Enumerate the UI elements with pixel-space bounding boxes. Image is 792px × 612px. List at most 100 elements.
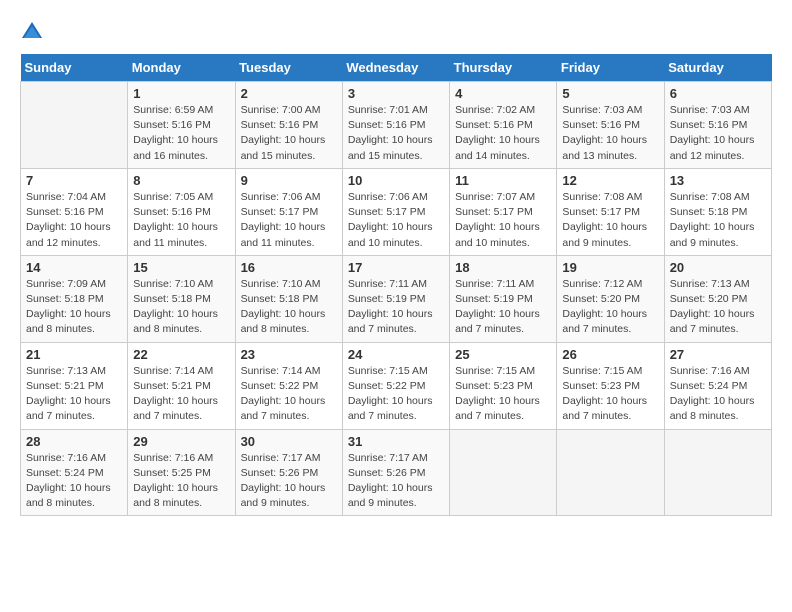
- calendar-cell: 1 Sunrise: 6:59 AMSunset: 5:16 PMDaylight…: [128, 82, 235, 169]
- calendar-cell: 31Sunrise: 7:17 AMSunset: 5:26 PMDayligh…: [342, 429, 449, 516]
- calendar-cell: 16 Sunrise: 7:10 AMSunset: 5:18 PMDayligh…: [235, 255, 342, 342]
- day-info: Sunrise: 7:06 AMSunset: 5:17 PMDaylight:…: [241, 190, 337, 251]
- week-row-2: 7 Sunrise: 7:04 AMSunset: 5:16 PMDaylight…: [21, 168, 772, 255]
- weekday-header-wednesday: Wednesday: [342, 54, 449, 82]
- calendar-cell: 21 Sunrise: 7:13 AMSunset: 5:21 PMDayligh…: [21, 342, 128, 429]
- calendar-cell: 26Sunrise: 7:15 AMSunset: 5:23 PMDayligh…: [557, 342, 664, 429]
- calendar-cell: 11 Sunrise: 7:07 AMSunset: 5:17 PMDayligh…: [450, 168, 557, 255]
- logo: [20, 20, 48, 44]
- calendar-cell: 23 Sunrise: 7:14 AMSunset: 5:22 PMDayligh…: [235, 342, 342, 429]
- page-header: [20, 20, 772, 44]
- calendar-cell: 17 Sunrise: 7:11 AMSunset: 5:19 PMDayligh…: [342, 255, 449, 342]
- day-number: 21: [26, 347, 122, 362]
- day-info: Sunrise: 7:05 AMSunset: 5:16 PMDaylight:…: [133, 190, 229, 251]
- calendar-cell: [450, 429, 557, 516]
- day-number: 16: [241, 260, 337, 275]
- day-info: Sunrise: 7:17 AMSunset: 5:26 PMDaylight:…: [241, 451, 337, 512]
- day-number: 5: [562, 86, 658, 101]
- calendar-cell: 19 Sunrise: 7:12 AMSunset: 5:20 PMDayligh…: [557, 255, 664, 342]
- weekday-header-monday: Monday: [128, 54, 235, 82]
- day-info: Sunrise: 6:59 AMSunset: 5:16 PMDaylight:…: [133, 103, 229, 164]
- calendar-cell: 30 Sunrise: 7:17 AMSunset: 5:26 PMDayligh…: [235, 429, 342, 516]
- day-number: 6: [670, 86, 766, 101]
- day-info: Sunrise: 7:08 AMSunset: 5:18 PMDaylight:…: [670, 190, 766, 251]
- weekday-header-friday: Friday: [557, 54, 664, 82]
- day-number: 17: [348, 260, 444, 275]
- day-number: 24: [348, 347, 444, 362]
- day-number: 28: [26, 434, 122, 449]
- day-number: 13: [670, 173, 766, 188]
- day-info: Sunrise: 7:01 AMSunset: 5:16 PMDaylight:…: [348, 103, 444, 164]
- calendar-cell: 3 Sunrise: 7:01 AMSunset: 5:16 PMDaylight…: [342, 82, 449, 169]
- calendar-cell: [557, 429, 664, 516]
- day-info: Sunrise: 7:13 AMSunset: 5:20 PMDaylight:…: [670, 277, 766, 338]
- day-info: Sunrise: 7:08 AMSunset: 5:17 PMDaylight:…: [562, 190, 658, 251]
- calendar-cell: 9 Sunrise: 7:06 AMSunset: 5:17 PMDaylight…: [235, 168, 342, 255]
- weekday-header-thursday: Thursday: [450, 54, 557, 82]
- day-number: 27: [670, 347, 766, 362]
- day-number: 23: [241, 347, 337, 362]
- day-info: Sunrise: 7:10 AMSunset: 5:18 PMDaylight:…: [241, 277, 337, 338]
- day-info: Sunrise: 7:14 AMSunset: 5:22 PMDaylight:…: [241, 364, 337, 425]
- day-info: Sunrise: 7:11 AMSunset: 5:19 PMDaylight:…: [348, 277, 444, 338]
- day-info: Sunrise: 7:06 AMSunset: 5:17 PMDaylight:…: [348, 190, 444, 251]
- day-number: 22: [133, 347, 229, 362]
- calendar-cell: 24Sunrise: 7:15 AMSunset: 5:22 PMDayligh…: [342, 342, 449, 429]
- day-number: 9: [241, 173, 337, 188]
- day-info: Sunrise: 7:00 AMSunset: 5:16 PMDaylight:…: [241, 103, 337, 164]
- day-info: Sunrise: 7:17 AMSunset: 5:26 PMDaylight:…: [348, 451, 444, 512]
- calendar-cell: 18 Sunrise: 7:11 AMSunset: 5:19 PMDayligh…: [450, 255, 557, 342]
- day-number: 19: [562, 260, 658, 275]
- calendar-cell: 5Sunrise: 7:03 AMSunset: 5:16 PMDaylight…: [557, 82, 664, 169]
- day-number: 10: [348, 173, 444, 188]
- day-number: 30: [241, 434, 337, 449]
- calendar-cell: 2 Sunrise: 7:00 AMSunset: 5:16 PMDaylight…: [235, 82, 342, 169]
- calendar-cell: 7 Sunrise: 7:04 AMSunset: 5:16 PMDaylight…: [21, 168, 128, 255]
- weekday-header-row: SundayMondayTuesdayWednesdayThursdayFrid…: [21, 54, 772, 82]
- day-number: 7: [26, 173, 122, 188]
- day-info: Sunrise: 7:16 AMSunset: 5:24 PMDaylight:…: [26, 451, 122, 512]
- day-number: 18: [455, 260, 551, 275]
- day-info: Sunrise: 7:14 AMSunset: 5:21 PMDaylight:…: [133, 364, 229, 425]
- calendar-cell: 25 Sunrise: 7:15 AMSunset: 5:23 PMDayligh…: [450, 342, 557, 429]
- calendar-cell: 13 Sunrise: 7:08 AMSunset: 5:18 PMDayligh…: [664, 168, 771, 255]
- weekday-header-sunday: Sunday: [21, 54, 128, 82]
- day-info: Sunrise: 7:15 AMSunset: 5:23 PMDaylight:…: [455, 364, 551, 425]
- calendar-cell: 22 Sunrise: 7:14 AMSunset: 5:21 PMDayligh…: [128, 342, 235, 429]
- day-number: 11: [455, 173, 551, 188]
- day-number: 12: [562, 173, 658, 188]
- calendar-cell: [664, 429, 771, 516]
- calendar-cell: 27 Sunrise: 7:16 AMSunset: 5:24 PMDayligh…: [664, 342, 771, 429]
- weekday-header-tuesday: Tuesday: [235, 54, 342, 82]
- calendar-cell: 8 Sunrise: 7:05 AMSunset: 5:16 PMDaylight…: [128, 168, 235, 255]
- day-number: 15: [133, 260, 229, 275]
- day-number: 1: [133, 86, 229, 101]
- day-info: Sunrise: 7:04 AMSunset: 5:16 PMDaylight:…: [26, 190, 122, 251]
- calendar-cell: 6 Sunrise: 7:03 AMSunset: 5:16 PMDaylight…: [664, 82, 771, 169]
- day-info: Sunrise: 7:11 AMSunset: 5:19 PMDaylight:…: [455, 277, 551, 338]
- day-number: 20: [670, 260, 766, 275]
- day-number: 8: [133, 173, 229, 188]
- calendar-cell: 29Sunrise: 7:16 AMSunset: 5:25 PMDayligh…: [128, 429, 235, 516]
- day-number: 3: [348, 86, 444, 101]
- weekday-header-saturday: Saturday: [664, 54, 771, 82]
- day-info: Sunrise: 7:15 AMSunset: 5:23 PMDaylight:…: [562, 364, 658, 425]
- day-info: Sunrise: 7:16 AMSunset: 5:24 PMDaylight:…: [670, 364, 766, 425]
- calendar-cell: 28 Sunrise: 7:16 AMSunset: 5:24 PMDayligh…: [21, 429, 128, 516]
- calendar-cell: 14 Sunrise: 7:09 AMSunset: 5:18 PMDayligh…: [21, 255, 128, 342]
- calendar-cell: 15 Sunrise: 7:10 AMSunset: 5:18 PMDayligh…: [128, 255, 235, 342]
- day-number: 25: [455, 347, 551, 362]
- calendar-cell: 12 Sunrise: 7:08 AMSunset: 5:17 PMDayligh…: [557, 168, 664, 255]
- day-info: Sunrise: 7:03 AMSunset: 5:16 PMDaylight:…: [670, 103, 766, 164]
- week-row-1: 1 Sunrise: 6:59 AMSunset: 5:16 PMDaylight…: [21, 82, 772, 169]
- day-info: Sunrise: 7:07 AMSunset: 5:17 PMDaylight:…: [455, 190, 551, 251]
- day-info: Sunrise: 7:13 AMSunset: 5:21 PMDaylight:…: [26, 364, 122, 425]
- day-info: Sunrise: 7:10 AMSunset: 5:18 PMDaylight:…: [133, 277, 229, 338]
- week-row-3: 14 Sunrise: 7:09 AMSunset: 5:18 PMDayligh…: [21, 255, 772, 342]
- day-number: 14: [26, 260, 122, 275]
- day-info: Sunrise: 7:12 AMSunset: 5:20 PMDaylight:…: [562, 277, 658, 338]
- week-row-4: 21 Sunrise: 7:13 AMSunset: 5:21 PMDayligh…: [21, 342, 772, 429]
- day-info: Sunrise: 7:09 AMSunset: 5:18 PMDaylight:…: [26, 277, 122, 338]
- day-number: 2: [241, 86, 337, 101]
- calendar-cell: 10 Sunrise: 7:06 AMSunset: 5:17 PMDayligh…: [342, 168, 449, 255]
